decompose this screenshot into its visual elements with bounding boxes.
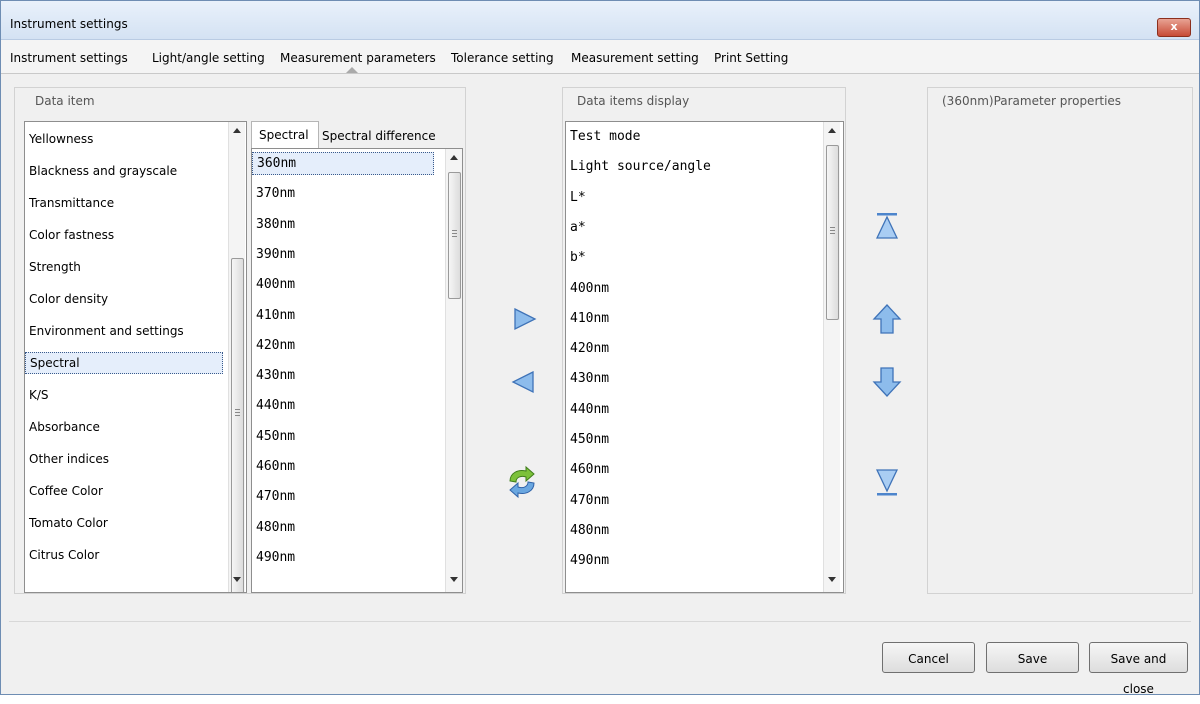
refresh-icon[interactable] [504, 465, 540, 503]
move-up-icon[interactable] [872, 303, 902, 339]
display-list-item[interactable]: Test mode [570, 129, 640, 144]
data-item-list-item[interactable]: Spectral [25, 352, 223, 374]
data-item-title: Data item [35, 94, 95, 108]
move-top-icon[interactable] [874, 211, 900, 245]
spectral-list-item[interactable]: 470nm [256, 489, 295, 504]
data-item-list-item[interactable]: Color density [29, 292, 108, 306]
active-tab-indicator [346, 67, 358, 73]
tab-print-setting[interactable]: Print Setting [714, 51, 788, 65]
scroll-down-arrow-icon[interactable] [233, 577, 241, 582]
spectral-list-item[interactable]: 360nm [252, 152, 434, 175]
spectral-list-item[interactable]: 480nm [256, 520, 295, 535]
data-items-display-title: Data items display [577, 94, 690, 108]
save-button[interactable]: Save [986, 642, 1079, 673]
display-list-item[interactable]: 430nm [570, 371, 609, 386]
save-and-close-button[interactable]: Save and close [1089, 642, 1188, 696]
display-list-item[interactable]: 450nm [570, 432, 609, 447]
spectral-list-item[interactable]: 400nm [256, 277, 295, 292]
data-item-list-item[interactable]: Tomato Color [29, 516, 108, 530]
display-list-item[interactable]: a* [570, 220, 586, 235]
spectral-list-item[interactable]: 410nm [256, 308, 295, 323]
data-items-display-group: Data items display Test mode Light source… [562, 87, 846, 594]
tab-measurement-parameters[interactable]: Measurement parameters [280, 51, 436, 65]
display-list-item[interactable]: L* [570, 190, 586, 205]
spectral-scrollbar[interactable] [445, 149, 462, 592]
display-list-item[interactable]: b* [570, 250, 586, 265]
subtab-spectral-difference[interactable]: Spectral difference [322, 129, 436, 143]
display-list-item[interactable]: 440nm [570, 402, 609, 417]
spectral-list-item[interactable]: 380nm [256, 217, 295, 232]
parameter-properties-group: (360nm)Parameter properties [927, 87, 1193, 594]
display-list-item[interactable]: 460nm [570, 462, 609, 477]
data-item-list-item[interactable]: Blackness and grayscale [29, 164, 177, 178]
display-list-item[interactable]: Light source/angle [570, 159, 711, 174]
scroll-thumb[interactable] [826, 145, 839, 320]
spectral-list-item[interactable]: 370nm [256, 186, 295, 201]
settings-window: Instrument settings x Instrument setting… [0, 0, 1200, 696]
data-item-list-item[interactable]: Coffee Color [29, 484, 103, 498]
data-item-list-item[interactable]: Citrus Color [29, 548, 99, 562]
settings-tab-bar: Instrument settings Light/angle setting … [1, 40, 1199, 74]
scroll-thumb[interactable] [231, 258, 244, 592]
arrow-left-icon[interactable] [510, 370, 536, 398]
arrow-right-icon[interactable] [512, 307, 538, 335]
title-bar: Instrument settings x [1, 1, 1199, 40]
data-items-display-list[interactable]: Test mode Light source/angle L* a* b* 400nm 41… [565, 121, 844, 593]
spectral-list-item[interactable]: 490nm [256, 550, 295, 565]
display-list-item[interactable]: 470nm [570, 493, 609, 508]
data-item-list-item[interactable]: Environment and settings [29, 324, 184, 338]
display-list-item[interactable]: 410nm [570, 311, 609, 326]
display-list-item[interactable]: 420nm [570, 341, 609, 356]
data-item-list-item[interactable]: Color fastness [29, 228, 114, 242]
scroll-up-arrow-icon[interactable] [450, 155, 458, 160]
tab-instrument-settings[interactable]: Instrument settings [10, 51, 128, 65]
spectral-list-item[interactable]: 460nm [256, 459, 295, 474]
scroll-thumb[interactable] [448, 172, 461, 299]
data-item-list-item[interactable]: Other indices [29, 452, 109, 466]
scroll-up-arrow-icon[interactable] [233, 128, 241, 133]
spectral-list-item[interactable]: 450nm [256, 429, 295, 444]
spectral-list-item[interactable]: 390nm [256, 247, 295, 262]
spectral-list-item[interactable]: 440nm [256, 398, 295, 413]
display-list-item[interactable]: 400nm [570, 281, 609, 296]
data-item-scrollbar[interactable] [228, 122, 245, 592]
data-item-group: Data item Yellowness Blackness and graysc… [14, 87, 466, 594]
data-item-list[interactable]: Yellowness Blackness and grayscale Transmi… [24, 121, 247, 593]
spectral-list-item[interactable]: 420nm [256, 338, 295, 353]
scroll-down-arrow-icon[interactable] [828, 577, 836, 582]
spectral-list[interactable]: 360nm 370nm 380nm 390nm 400nm 410nm 420nm 430nm… [251, 148, 463, 593]
cancel-button[interactable]: Cancel [882, 642, 975, 673]
move-down-icon[interactable] [872, 366, 902, 402]
tab-tolerance-setting[interactable]: Tolerance setting [451, 51, 554, 65]
data-item-list-item[interactable]: Strength [29, 260, 81, 274]
spectral-list-item[interactable]: 430nm [256, 368, 295, 383]
display-scrollbar[interactable] [823, 122, 840, 592]
tab-light-angle-setting[interactable]: Light/angle setting [152, 51, 265, 65]
display-list-item[interactable]: 490nm [570, 553, 609, 568]
data-item-list-item[interactable]: Transmittance [29, 196, 114, 210]
window-title: Instrument settings [10, 17, 128, 31]
scroll-down-arrow-icon[interactable] [450, 577, 458, 582]
display-list-item[interactable]: 480nm [570, 523, 609, 538]
tab-measurement-setting[interactable]: Measurement setting [571, 51, 699, 65]
parameter-properties-title: (360nm)Parameter properties [942, 94, 1122, 108]
data-item-list-item[interactable]: Absorbance [29, 420, 100, 434]
footer-divider [9, 621, 1191, 622]
move-bottom-icon[interactable] [874, 467, 900, 501]
scroll-up-arrow-icon[interactable] [828, 128, 836, 133]
close-button[interactable]: x [1157, 18, 1191, 37]
data-item-list-item[interactable]: Yellowness [29, 132, 93, 146]
data-item-list-item[interactable]: K/S [29, 388, 49, 402]
subtab-spectral[interactable]: Spectral [259, 128, 309, 142]
